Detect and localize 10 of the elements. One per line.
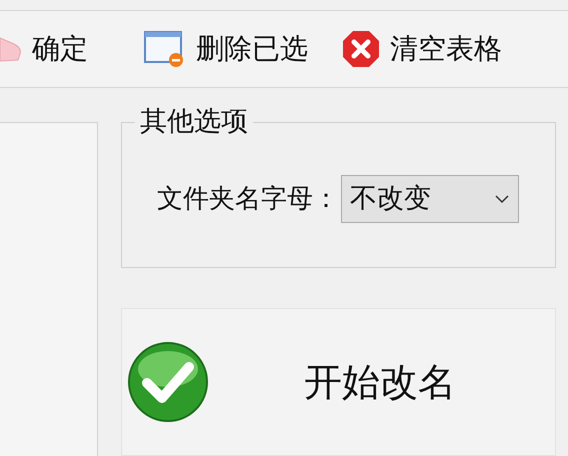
- close-icon: [342, 30, 380, 68]
- start-rename-button[interactable]: 开始改名: [121, 308, 556, 456]
- field-label: 文件夹名字母：: [157, 182, 339, 216]
- check-icon: [127, 341, 209, 423]
- toolbar-button[interactable]: 确定: [0, 19, 96, 79]
- letter-case-dropdown[interactable]: 不改变: [341, 175, 519, 223]
- toolbar-button[interactable]: 删除已选: [136, 19, 316, 79]
- window-minus-icon: [144, 30, 186, 68]
- chevron-down-icon: [494, 194, 510, 204]
- toolbar-button[interactable]: 清空表格: [334, 19, 510, 79]
